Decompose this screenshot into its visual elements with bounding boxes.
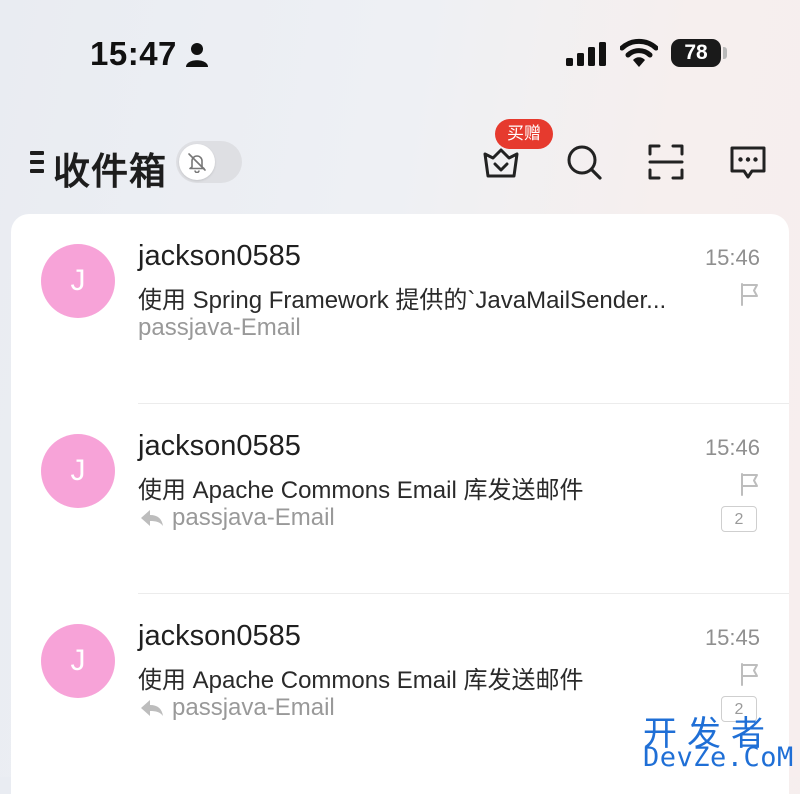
person-icon	[186, 43, 208, 67]
sender-name: jackson0585	[138, 620, 301, 652]
battery-level: 78	[671, 39, 721, 67]
page-title[interactable]: 收件箱	[53, 141, 167, 195]
reply-icon	[141, 700, 163, 716]
flag-icon[interactable]	[739, 472, 761, 496]
mail-subject: 使用 Apache Commons Email 库发送邮件	[138, 477, 584, 504]
mail-subject: 使用 Spring Framework 提供的`JavaMailSender..…	[138, 287, 667, 314]
avatar: J	[41, 434, 115, 508]
mail-subject: 使用 Apache Commons Email 库发送邮件	[138, 667, 584, 694]
reply-icon	[141, 510, 163, 526]
mail-folder: passjava-Email	[172, 504, 335, 531]
signal-icon	[566, 42, 606, 66]
mail-item[interactable]: J jackson0585 15:46 使用 Apache Commons Em…	[11, 404, 789, 593]
sender-name: jackson0585	[138, 240, 301, 272]
wifi-icon	[620, 38, 658, 67]
toggle-knob	[179, 144, 215, 180]
status-time: 15:47	[90, 35, 177, 72]
scan-icon[interactable]	[646, 142, 686, 182]
chat-icon[interactable]	[728, 142, 768, 182]
watermark-en: DevZe.CoM	[643, 742, 794, 773]
mail-time: 15:46	[704, 245, 760, 270]
sender-name: jackson0585	[138, 430, 301, 462]
mute-toggle[interactable]	[176, 141, 242, 183]
flag-icon[interactable]	[739, 662, 761, 686]
mail-folder: passjava-Email	[172, 694, 335, 721]
avatar: J	[41, 244, 115, 318]
battery-cap	[723, 47, 727, 59]
mail-time: 15:45	[704, 625, 760, 650]
search-icon[interactable]	[564, 142, 604, 182]
bell-off-icon	[188, 153, 206, 173]
promo-badge[interactable]: 买赠	[495, 119, 553, 149]
flag-icon[interactable]	[739, 282, 761, 306]
mail-folder: passjava-Email	[138, 314, 301, 341]
avatar: J	[41, 624, 115, 698]
mail-item[interactable]: J jackson0585 15:46 使用 Spring Framework …	[11, 214, 789, 403]
battery-indicator: 78	[671, 39, 721, 67]
mail-time: 15:46	[704, 435, 760, 460]
menu-icon[interactable]	[28, 149, 44, 175]
thread-count-badge: 2	[721, 506, 757, 532]
